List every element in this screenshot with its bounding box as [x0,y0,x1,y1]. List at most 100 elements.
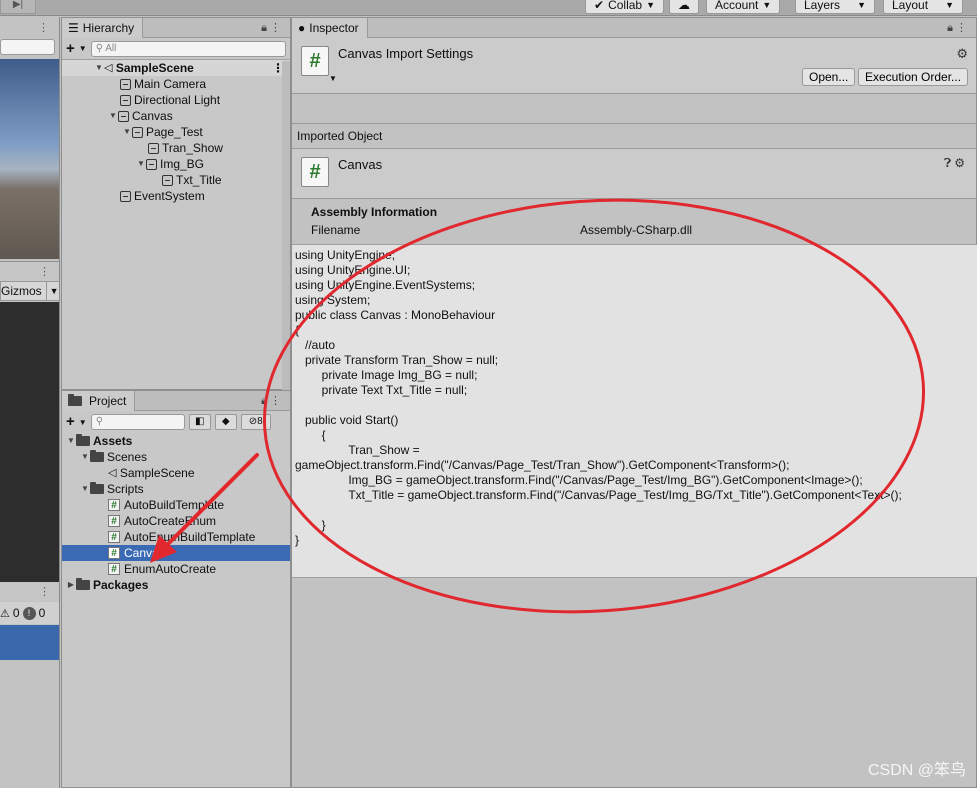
filter-label-button[interactable]: ◆ [214,414,237,430]
execution-order-button[interactable]: Execution Order... [858,68,969,86]
list-item[interactable]: Txt_Title [62,172,290,188]
gameobject-icon [118,110,129,122]
item-label: EventSystem [134,189,205,203]
list-item[interactable]: ▼ Assets [62,433,290,449]
list-item-selected[interactable]: # Canvas [62,545,290,561]
fold-arrow-icon[interactable]: ▼ [108,108,118,124]
add-icon[interactable]: + [66,41,75,56]
game-viewport [0,302,59,582]
main-toolbar: ▶| ✔ Collab ▼ ☁ Account ▼ Layers ▼ Layou… [0,0,977,16]
cloud-button[interactable]: ☁ [669,0,699,14]
panel-menu-icon[interactable]: ⋮ [39,265,50,278]
gameobject-icon [148,142,159,154]
tab-project[interactable]: Project [62,391,136,411]
scene-viewport[interactable] [0,59,59,259]
unity-scene-icon: ◁ [108,467,117,479]
list-item[interactable]: ◁ SampleScene [62,465,290,481]
account-label: Account [715,0,759,12]
fold-arrow-icon[interactable]: ▼ [80,481,90,497]
item-label: Img_BG [160,157,205,171]
list-item[interactable]: Main Camera [62,76,290,92]
gizmos-dropdown[interactable]: Gizmos ▼ [0,281,59,301]
item-label: Txt_Title [176,173,222,187]
fold-arrow-icon[interactable]: ▼ [122,124,132,140]
chevron-down-icon: ▼ [945,0,954,10]
chevron-down-icon[interactable]: ▼ [79,418,87,427]
list-item[interactable]: # AutoCreateEnum [62,513,290,529]
assembly-heading: Assembly Information [311,205,438,219]
list-item[interactable]: EventSystem [62,188,290,204]
console-tabbar: ⋮ [0,583,59,601]
open-button[interactable]: Open... [802,68,856,86]
hierarchy-tabbar: ☰ Hierarchy 🔒︎⋮ [62,18,290,38]
filename-value: Assembly-CSharp.dll [580,223,693,237]
step-button[interactable]: ▶| [0,0,36,14]
hierarchy-scrollbar[interactable] [282,61,290,391]
item-label: Directional Light [134,93,221,107]
lock-icon[interactable]: 🔒︎⋮ [261,394,284,408]
chevron-down-icon[interactable]: ▼ [329,74,337,83]
scene-root-item[interactable]: ▼ ◁ SampleScene ⋮ [62,60,290,76]
gear-icon[interactable]: ⚙ [956,46,968,62]
shapes-icon: ◧ [194,416,205,427]
hierarchy-toolbar: + ▼ ⚲ All [62,38,290,60]
tab-hierarchy[interactable]: ☰ Hierarchy [62,18,144,38]
console-counters: ⚠ 0 ! 0 [0,602,59,624]
filename-label: Filename [311,223,361,237]
watermark: CSDN @笨鸟 [867,762,966,779]
hierarchy-search-input[interactable]: ⚲ All [90,40,286,57]
fold-arrow-icon[interactable]: ▼ [66,433,76,449]
hierarchy-panel: ☰ Hierarchy 🔒︎⋮ + ▼ ⚲ All ▼ ◁ SampleScen… [61,17,291,391]
chevron-down-icon: ▼ [857,0,866,10]
layers-dropdown[interactable]: Layers ▼ [795,0,875,14]
chevron-down-icon: ▼ [646,0,656,10]
lock-icon[interactable]: 🔒︎⋮ [261,21,284,35]
filter-type-button[interactable]: ◧ [188,414,211,430]
item-label: Assets [93,434,133,448]
eye-slash-icon: ⊘ [248,416,258,427]
csharp-script-icon: # [108,563,120,575]
item-label: EnumAutoCreate [124,562,217,576]
account-button[interactable]: Account ▼ [706,0,781,14]
list-item[interactable]: ▶ Packages [62,577,290,593]
fold-arrow-icon[interactable]: ▼ [136,156,146,172]
panel-menu-icon[interactable]: ⋮ [39,585,50,598]
list-item[interactable]: ▼ Img_BG [62,156,290,172]
list-item[interactable]: ▼ Scripts [62,481,290,497]
hidden-packages-button[interactable]: ⊘8 [240,414,271,430]
list-item[interactable]: # AutoEnumBuildTemplate [62,529,290,545]
layout-dropdown[interactable]: Layout ▼ [883,0,963,14]
list-item[interactable]: Directional Light [62,92,290,108]
chevron-down-icon[interactable]: ▼ [79,44,87,53]
error-count: 0 [38,606,46,620]
folder-icon [90,482,104,494]
asset-header: # Canvas ❓︎⚙ [292,149,976,199]
scene-search-input[interactable] [0,39,55,55]
lock-icon[interactable]: 🔒︎⋮ [947,21,970,35]
asset-title: Canvas [338,157,383,172]
item-label: Scenes [107,450,148,464]
list-item[interactable]: # EnumAutoCreate [62,561,290,577]
list-item[interactable]: Tran_Show [62,140,290,156]
folder-icon [76,434,90,446]
list-item[interactable]: ▼ Canvas [62,108,290,124]
error-icon[interactable]: ! [22,606,36,620]
fold-arrow-icon[interactable]: ▼ [94,60,104,76]
collab-button[interactable]: ✔ Collab ▼ [585,0,665,14]
warning-icon[interactable]: ⚠ [0,607,10,620]
list-item[interactable]: # AutoBuildTemplate [62,497,290,513]
add-icon[interactable]: + [66,414,75,429]
project-search-input[interactable]: ⚲ [90,414,185,430]
help-gear-icon[interactable]: ❓︎⚙ [944,156,968,171]
fold-arrow-icon[interactable]: ▶ [66,577,76,593]
chevron-down-icon: ▼ [45,282,59,300]
list-item[interactable]: ▼ Scenes [62,449,290,465]
scene-name: SampleScene [115,61,194,75]
fold-arrow-icon[interactable]: ▼ [80,449,90,465]
layers-label: Layers [804,0,841,12]
item-label: AutoEnumBuildTemplate [124,530,256,544]
tab-inspector[interactable]: ● Inspector [292,18,368,38]
panel-menu-icon[interactable]: ⋮ [38,21,49,34]
console-selected-entry[interactable] [0,625,59,660]
list-item[interactable]: ▼ Page_Test [62,124,290,140]
